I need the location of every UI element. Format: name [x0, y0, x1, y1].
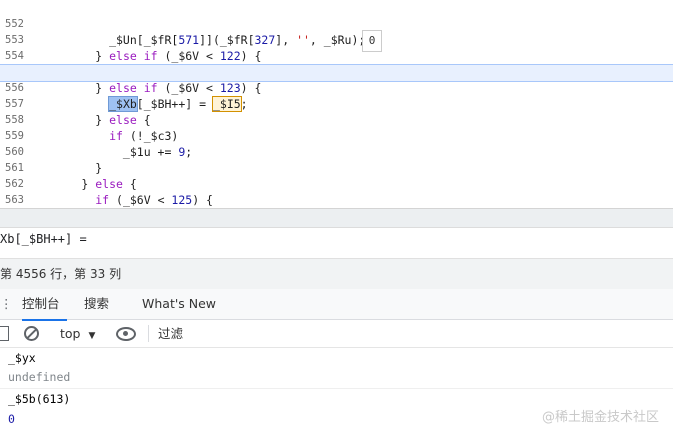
- context-value: top: [60, 326, 81, 341]
- console-toolbar: top ▼ 过滤: [0, 320, 673, 348]
- chevron-down-icon: ▼: [88, 331, 96, 341]
- code-line: 560 }: [0, 129, 673, 175]
- tab-whats-new[interactable]: What's New: [142, 289, 222, 319]
- code-line: 557 } else {: [0, 81, 673, 127]
- cursor-position: 第 4556 行，第 33 列: [0, 267, 122, 281]
- code-line: 564 } else if (_$6V < 126) {: [0, 193, 673, 208]
- clear-console-icon[interactable]: [24, 326, 39, 341]
- watermark: @稀土掘金技术社区: [541, 410, 659, 425]
- code-line: 561 } else {: [0, 145, 673, 191]
- sidebar-toggle-icon[interactable]: [0, 326, 9, 341]
- console-result: 0: [8, 412, 15, 426]
- code-line: 558 if (!_$c3): [0, 97, 673, 143]
- status-bar: 第 4556 行，第 33 列: [0, 258, 673, 290]
- code-line-active: 556 _$Xb[_$BH++] = _$I5;: [0, 64, 673, 112]
- watch-expression[interactable]: Xb[_$BH++] =: [0, 232, 87, 246]
- drawer-tabs: ⋮ 控制台 搜索 What's New: [0, 289, 673, 321]
- tab-search[interactable]: 搜索: [84, 289, 114, 319]
- toolbar-divider: [148, 325, 149, 342]
- code-line: 552 _$Un[_$fR[571]](_$fR[327], '', _$Ru)…: [0, 1, 673, 47]
- eye-icon[interactable]: [116, 327, 136, 341]
- code-line: 562 if (_$6V < 125) {: [0, 161, 673, 207]
- code-line: 559 _$1u += 9;: [0, 113, 673, 159]
- code-line: 563 _$c3 = _$cS != _$yx && _$4v != _$yx …: [0, 177, 673, 206]
- hover-value-tooltip: 0: [362, 30, 382, 52]
- tab-console[interactable]: 控制台: [22, 289, 67, 321]
- console-input-line: _$yx: [8, 351, 36, 365]
- context-selector[interactable]: top ▼: [60, 320, 95, 347]
- code-line: 553 } else if (_$6V < 122) {: [0, 17, 673, 63]
- code-line: 555 } else if (_$6V < 123) {: [0, 49, 673, 95]
- more-tabs-icon[interactable]: ⋮: [0, 289, 13, 319]
- filter-input[interactable]: 过滤: [158, 320, 183, 347]
- code-line: 554 _$q2(_$0q, _$f 10], _$XC, true);: [0, 33, 673, 79]
- console-result: undefined: [8, 370, 71, 384]
- divider: [0, 388, 673, 389]
- panel-resizer[interactable]: [0, 208, 673, 228]
- console-input-line: _$5b(613): [8, 392, 71, 406]
- source-editor[interactable]: 552 _$Un[_$fR[571]](_$fR[327], '', _$Ru)…: [0, 0, 673, 208]
